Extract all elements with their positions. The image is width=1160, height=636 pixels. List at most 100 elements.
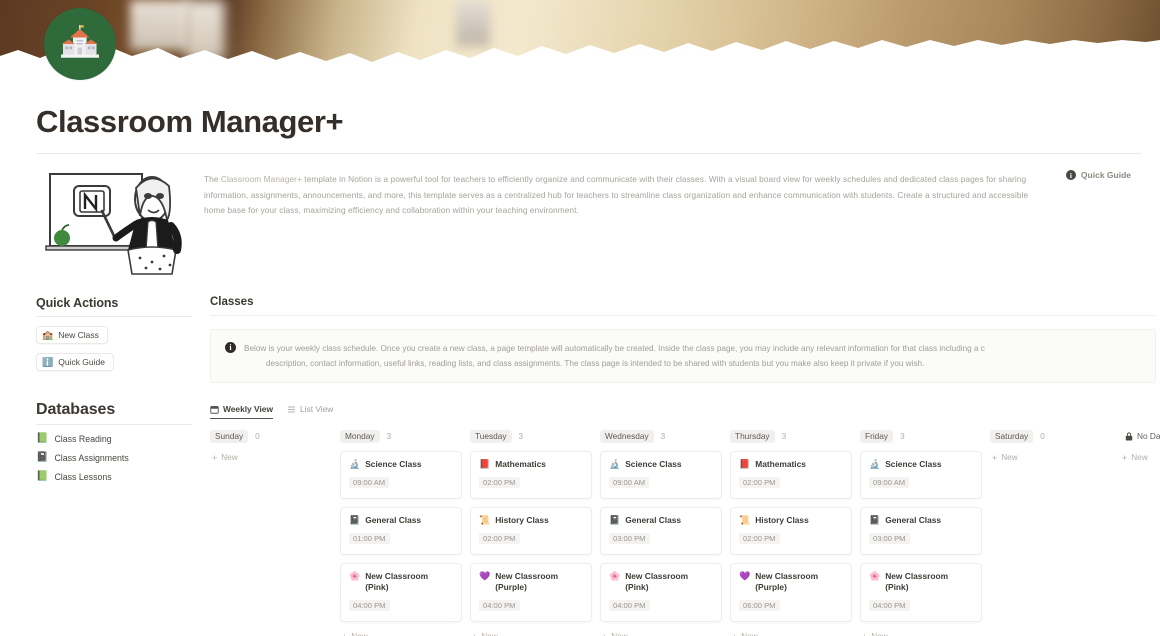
class-card[interactable]: 📕 Mathematics 02:00 PM bbox=[730, 451, 852, 499]
column-name: No Date bbox=[1137, 431, 1160, 441]
plus-icon: + bbox=[862, 632, 867, 636]
card-time: 02:00 PM bbox=[479, 477, 520, 488]
new-class-button[interactable]: 🏫 New Class bbox=[36, 326, 108, 344]
database-item-class-reading[interactable]: 📗 Class Reading bbox=[36, 434, 192, 445]
new-label: New bbox=[611, 632, 627, 636]
card-title: 📕 Mathematics bbox=[479, 459, 583, 470]
tab-list-view[interactable]: List View bbox=[287, 404, 333, 419]
microscope-icon: 🔬 bbox=[869, 459, 881, 469]
scroll-icon: 📜 bbox=[479, 515, 491, 525]
callout-line-1: Below is your weekly class schedule. Onc… bbox=[244, 344, 985, 353]
card-time: 09:00 AM bbox=[349, 477, 390, 488]
class-card[interactable]: 📜 History Class 02:00 PM bbox=[730, 507, 852, 555]
red-book-icon: 📕 bbox=[739, 459, 751, 469]
class-card[interactable]: 🌸 New Classroom (Pink) 04:00 PM bbox=[340, 563, 462, 622]
column-header[interactable]: Tuesday 3 bbox=[470, 428, 600, 444]
quick-guide-button[interactable]: ℹ️ Quick Guide bbox=[36, 353, 114, 371]
plus-icon: + bbox=[732, 632, 737, 636]
callout-text: Below is your weekly class schedule. Onc… bbox=[244, 341, 985, 371]
card-title-text: Science Class bbox=[625, 459, 682, 469]
new-class-label: New Class bbox=[58, 330, 99, 340]
card-title: 📜 History Class bbox=[739, 515, 843, 526]
new-card-button[interactable]: + New bbox=[340, 630, 470, 636]
column-count: 3 bbox=[518, 431, 524, 441]
pink-flower-icon: 🌸 bbox=[609, 571, 621, 581]
column-name: Wednesday bbox=[600, 429, 654, 443]
board-column-tuesday: Tuesday 3 📕 Mathematics 02:00 PM 📜 Histo… bbox=[470, 428, 600, 636]
page-icon[interactable] bbox=[44, 8, 116, 80]
page-title[interactable]: Classroom Manager+ bbox=[36, 104, 1126, 140]
notebook-icon: 📓 bbox=[869, 515, 881, 525]
card-title: 📓 General Class bbox=[869, 515, 973, 526]
class-card[interactable]: 📓 General Class 03:00 PM bbox=[860, 507, 982, 555]
quick-guide-link[interactable]: i Quick Guide bbox=[1065, 170, 1131, 180]
database-item-class-lessons[interactable]: 📗 Class Lessons bbox=[36, 472, 192, 483]
class-card[interactable]: 🌸 New Classroom (Pink) 04:00 PM bbox=[860, 563, 982, 622]
red-book-icon: 📕 bbox=[479, 459, 491, 469]
card-title-line2: (Purple) bbox=[755, 582, 787, 592]
card-title-text: Mathematics bbox=[495, 459, 546, 469]
class-card[interactable]: 📜 History Class 02:00 PM bbox=[470, 507, 592, 555]
new-card-button[interactable]: + New bbox=[210, 451, 340, 462]
class-card[interactable]: 🔬 Science Class 09:00 AM bbox=[340, 451, 462, 499]
card-title: 🌸 New Classroom (Pink) bbox=[349, 571, 453, 593]
class-card[interactable]: 🔬 Science Class 09:00 AM bbox=[600, 451, 722, 499]
info-circle-icon: ℹ️ bbox=[42, 356, 54, 367]
lock-icon bbox=[1125, 431, 1133, 440]
card-title-line1: New Classroom bbox=[755, 571, 819, 581]
column-count: 0 bbox=[1040, 431, 1045, 441]
schedule-callout: i Below is your weekly class schedule. O… bbox=[210, 329, 1156, 383]
microscope-icon: 🔬 bbox=[349, 459, 361, 469]
databases-heading: Databases bbox=[36, 401, 192, 425]
column-header[interactable]: Sunday 0 bbox=[210, 428, 340, 444]
column-count: 0 bbox=[255, 431, 260, 441]
database-label: Class Lessons bbox=[54, 472, 112, 482]
calendar-icon bbox=[210, 405, 219, 414]
info-icon: i bbox=[225, 342, 236, 353]
card-time: 02:00 PM bbox=[739, 533, 780, 544]
classes-heading: Classes bbox=[210, 296, 1155, 316]
card-title-text: New Classroom (Pink) bbox=[625, 571, 688, 593]
school-building-icon: 🏫 bbox=[42, 329, 54, 340]
new-card-button[interactable]: + New bbox=[990, 451, 1120, 462]
view-tabs: Weekly View List View bbox=[210, 399, 1160, 419]
class-card[interactable]: 🔬 Science Class 09:00 AM bbox=[860, 451, 982, 499]
new-card-button[interactable]: + New bbox=[860, 630, 990, 636]
intro-text-highlight: Classroom Manager+ bbox=[220, 174, 302, 184]
card-title: 🌸 New Classroom (Pink) bbox=[609, 571, 713, 593]
teacher-illustration bbox=[45, 173, 182, 275]
card-title-text: General Class bbox=[885, 515, 942, 525]
column-header[interactable]: No Date bbox=[1120, 428, 1160, 444]
card-title: 🔬 Science Class bbox=[609, 459, 713, 470]
column-header[interactable]: Friday 3 bbox=[860, 428, 990, 444]
column-header[interactable]: Saturday 0 bbox=[990, 428, 1120, 444]
quick-actions-heading: Quick Actions bbox=[36, 296, 192, 317]
column-name-wrap: No Date bbox=[1120, 430, 1160, 443]
class-card[interactable]: 💜 New Classroom (Purple) 04:00 PM bbox=[470, 563, 592, 622]
class-card[interactable]: 📓 General Class 01:00 PM bbox=[340, 507, 462, 555]
class-card[interactable]: 🌸 New Classroom (Pink) 04:00 PM bbox=[600, 563, 722, 622]
column-header[interactable]: Wednesday 3 bbox=[600, 428, 730, 444]
class-card[interactable]: 💜 New Classroom (Purple) 06:00 PM bbox=[730, 563, 852, 622]
card-title: 💜 New Classroom (Purple) bbox=[739, 571, 843, 593]
plus-icon: + bbox=[992, 452, 998, 463]
tab-weekly-view[interactable]: Weekly View bbox=[210, 404, 273, 419]
class-card[interactable]: 📓 General Class 03:00 PM bbox=[600, 507, 722, 555]
card-title: 📕 Mathematics bbox=[739, 459, 843, 470]
class-card[interactable]: 📕 Mathematics 02:00 PM bbox=[470, 451, 592, 499]
card-title-text: History Class bbox=[495, 515, 549, 525]
database-item-class-assignments[interactable]: 📓 Class Assignments bbox=[36, 453, 192, 464]
purple-flower-icon: 💜 bbox=[479, 571, 491, 581]
page-title-wrap: Classroom Manager+ bbox=[36, 104, 1126, 140]
new-card-button[interactable]: + New bbox=[1120, 451, 1160, 462]
card-time: 02:00 PM bbox=[479, 533, 520, 544]
column-header[interactable]: Thursday 3 bbox=[730, 428, 860, 444]
new-card-button[interactable]: + New bbox=[600, 630, 730, 636]
new-card-button[interactable]: + New bbox=[730, 630, 860, 636]
column-header[interactable]: Monday 3 bbox=[340, 428, 470, 444]
card-time: 04:00 PM bbox=[479, 600, 520, 611]
card-title-text: Science Class bbox=[365, 459, 422, 469]
new-card-button[interactable]: + New bbox=[470, 630, 600, 636]
card-time: 03:00 PM bbox=[609, 533, 650, 544]
intro-description: The Classroom Manager+ template in Notio… bbox=[204, 172, 1044, 219]
